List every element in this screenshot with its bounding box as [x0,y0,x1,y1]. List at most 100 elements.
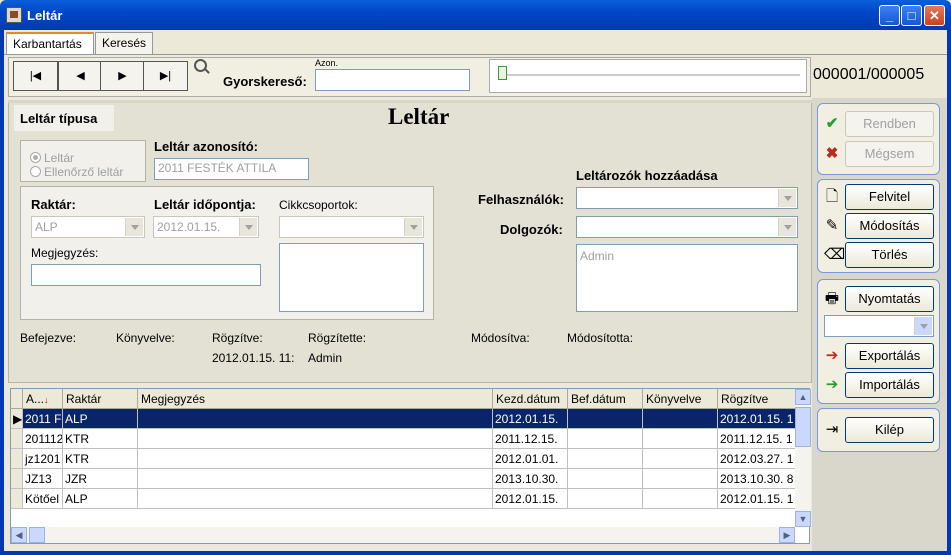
scroll-thumb[interactable] [795,407,811,447]
cell-bef-datum[interactable] [568,469,643,489]
cell-megjegyzes[interactable] [138,489,493,509]
column-header-konyvelve[interactable]: Könyvelve [643,389,718,409]
id-field[interactable]: 2011 FESTÉK ATTILA [154,158,309,180]
users-select[interactable] [576,187,798,209]
edit-button[interactable]: Módosítás [845,213,934,239]
employees-select[interactable] [576,216,798,238]
cell-konyvelve[interactable] [643,489,718,509]
print-format-select[interactable] [824,315,934,337]
cell-id[interactable]: 2011 F [23,409,63,429]
exit-door-icon: ⇥ [825,421,839,438]
cell-konyvelve[interactable] [643,409,718,429]
records-grid[interactable]: A...↓ Raktár Megjegyzés Kezd.dátum Bef.d… [10,388,810,544]
record-slider[interactable] [489,59,807,93]
cell-rogzitve[interactable]: 2012.01.15. 1 [718,489,796,509]
cell-konyvelve[interactable] [643,449,718,469]
print-button[interactable]: Nyomtatás [845,286,934,312]
column-header-rogzitve[interactable]: Rögzítve [718,389,796,409]
cell-raktar[interactable]: KTR [63,449,138,469]
column-header-kezd-datum[interactable]: Kezd.dátum [493,389,568,409]
cell-bef-datum[interactable] [568,449,643,469]
cell-bef-datum[interactable] [568,429,643,449]
cell-rogzitve[interactable]: 2012.03.27. 1 [718,449,796,469]
chevron-down-icon [239,218,257,236]
type-section-label: Leltár típusa [20,111,98,126]
import-button[interactable]: Importálás [845,372,934,398]
column-header-bef-datum[interactable]: Bef.dátum [568,389,643,409]
tab-kereses[interactable]: Keresés [95,32,153,54]
maximize-button[interactable]: □ [901,5,922,26]
cell-raktar[interactable]: KTR [63,429,138,449]
panel-header-strip [8,100,812,103]
cell-kezd-datum[interactable]: 2012.01.15. [493,489,568,509]
title-bar: Leltár _ □ ✕ [0,0,951,30]
cell-megjegyzes[interactable] [138,409,493,429]
cell-id[interactable]: JZ13 [23,469,63,489]
row-indicator [11,489,23,509]
form-title: Leltár [388,104,450,129]
scroll-up-icon[interactable]: ▲ [795,389,811,405]
itemgroups-list[interactable] [279,243,424,312]
tab-karbantartas[interactable]: Karbantartás [6,32,94,55]
new-button[interactable]: Felvitel [845,184,934,210]
close-button[interactable]: ✕ [924,5,945,26]
quicksearch-input[interactable] [315,69,470,91]
radio-leltar[interactable] [30,152,41,163]
time-select[interactable]: 2012.01.15. [153,216,259,238]
modifier-label: Módosította: [567,331,634,345]
warehouse-select[interactable]: ALP [31,216,145,238]
next-record-button[interactable]: ▶ [100,61,145,91]
column-header-id[interactable]: A...↓ [23,389,63,409]
column-header-raktar[interactable]: Raktár [63,389,138,409]
cancel-button[interactable]: Mégsem [845,141,934,167]
cell-id[interactable]: 201112 [23,429,63,449]
cell-bef-datum[interactable] [568,489,643,509]
cell-megjegyzes[interactable] [138,429,493,449]
minimize-button[interactable]: _ [879,5,900,26]
first-record-button[interactable]: |◀ [13,61,58,91]
scroll-thumb[interactable] [29,527,45,543]
cell-bef-datum[interactable] [568,409,643,429]
slider-thumb[interactable] [498,66,507,80]
cell-rogzitve[interactable]: 2011.12.15. 1 [718,429,796,449]
column-header-id-label: A... [26,392,45,406]
record-counter: 000001/000005 [813,66,925,83]
scroll-down-icon[interactable]: ▼ [795,511,811,527]
cell-konyvelve[interactable] [643,469,718,489]
column-header-megjegyzes[interactable]: Megjegyzés [138,389,493,409]
cell-kezd-datum[interactable]: 2011.12.15. [493,429,568,449]
itemgroups-select[interactable] [279,216,424,238]
previous-record-button[interactable]: ◀ [58,61,103,91]
finished-label: Befejezve: [20,331,77,345]
radio-ellenorzo[interactable] [30,166,41,177]
cell-kezd-datum[interactable]: 2012.01.15. [493,409,568,429]
note-input[interactable] [31,264,261,286]
cell-kezd-datum[interactable]: 2013.10.30. [493,469,568,489]
scroll-left-icon[interactable]: ◀ [11,527,27,543]
cell-id[interactable]: jz1201 [23,449,63,469]
scroll-right-icon[interactable]: ▶ [779,527,795,543]
recorded-value: 2012.01.15. 11: [212,351,295,365]
exit-button[interactable]: Kilép [845,417,934,443]
last-record-button[interactable]: ▶| [143,61,188,91]
cell-konyvelve[interactable] [643,429,718,449]
itemgroups-label: Cikkcsoportok: [279,198,358,212]
cell-id[interactable]: Kötőel [23,489,63,509]
grid-horizontal-scrollbar[interactable]: ◀ ▶ [11,527,795,543]
cell-kezd-datum[interactable]: 2012.01.01. [493,449,568,469]
takers-list-item[interactable]: Admin [580,249,614,263]
cell-rogzitve[interactable]: 2013.10.30. 8 [718,469,796,489]
app-icon [6,7,22,23]
grid-vertical-scrollbar[interactable]: ▲ ▼ [795,389,811,527]
cell-megjegyzes[interactable] [138,449,493,469]
ok-button[interactable]: Rendben [845,111,934,137]
recorder-value: Admin [308,351,343,365]
cell-raktar[interactable]: ALP [63,489,138,509]
delete-button[interactable]: Törlés [845,242,934,268]
cell-megjegyzes[interactable] [138,469,493,489]
cell-raktar[interactable]: ALP [63,409,138,429]
takers-list[interactable]: Admin [576,244,798,312]
cell-raktar[interactable]: JZR [63,469,138,489]
export-button[interactable]: Exportálás [845,343,934,369]
cell-rogzitve[interactable]: 2012.01.15. 1 [718,409,796,429]
